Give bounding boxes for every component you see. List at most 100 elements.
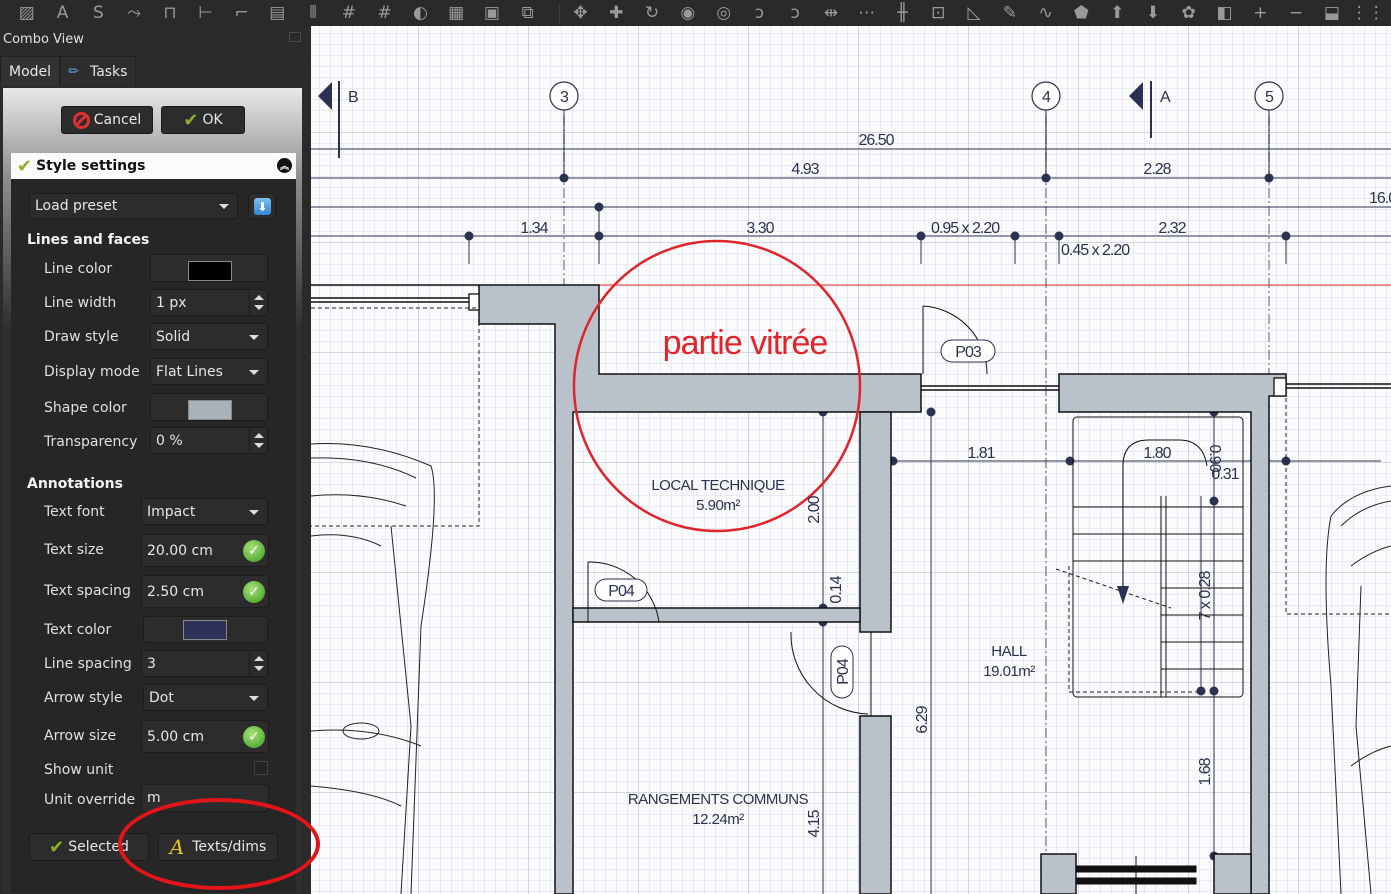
check-icon: ✔	[183, 109, 199, 131]
spin-arrows-icon[interactable]	[249, 428, 267, 453]
grid-icon[interactable]: #	[336, 2, 362, 24]
shape2dview-icon[interactable]: ⬟	[1069, 2, 1095, 24]
unit-override-label: Unit override	[44, 792, 136, 808]
layer-icon[interactable]: ⬓	[1319, 2, 1345, 24]
line-color-button[interactable]	[150, 254, 268, 282]
spin-arrows-icon[interactable]	[249, 651, 267, 676]
draw-style-dropdown[interactable]: Solid	[150, 323, 268, 350]
display-mode-dropdown[interactable]: Flat Lines	[150, 358, 268, 385]
display-mode-label: Display mode	[44, 364, 140, 380]
dim-overall: 26.50	[858, 132, 894, 149]
shapestring-icon[interactable]: S	[85, 2, 111, 24]
dim-door2: 0.45 x 2.20	[1061, 242, 1130, 259]
room-name: RANGEMENTS COMMUNS	[628, 791, 809, 808]
move-icon[interactable]: ✥	[568, 2, 594, 24]
add-point-icon[interactable]: ✚	[603, 2, 629, 24]
trimex-icon[interactable]: ◉	[675, 2, 701, 24]
axis-icon[interactable]: ⫴	[300, 2, 326, 24]
dim-door1: 0.95 x 2.20	[931, 220, 1000, 237]
check-icon: ✔	[49, 836, 65, 858]
grid2-icon[interactable]: #	[372, 2, 398, 24]
dim-168: 1.68	[1197, 757, 1214, 785]
compass-icon[interactable]: ◐	[407, 2, 433, 24]
stretch-icon[interactable]: ↄ	[747, 2, 773, 24]
line-color-label: Line color	[44, 261, 113, 277]
apply-texts-dims-button[interactable]: A Texts/dims	[158, 833, 278, 861]
apply-selected-label: Selected	[68, 839, 129, 855]
load-preset-dropdown[interactable]: Load preset	[29, 193, 238, 219]
text-color-button[interactable]	[143, 616, 268, 643]
text-size-input[interactable]: 20.00 cm ✓	[141, 534, 269, 567]
draft2sketch-icon[interactable]: ✎	[997, 2, 1023, 24]
arrow-style-label: Arrow style	[44, 690, 123, 706]
panel-scrollbar[interactable]	[302, 88, 310, 894]
dim-629: 6.29	[914, 705, 931, 733]
arrow-style-dropdown[interactable]: Dot	[143, 684, 268, 711]
clone-icon[interactable]: ◺	[961, 2, 987, 24]
spin-arrows-icon[interactable]	[249, 290, 267, 315]
save-preset-button[interactable]: ⬇	[248, 193, 276, 219]
transparency-spinbox[interactable]: 0 %	[150, 427, 268, 454]
check-icon: ✔	[17, 155, 33, 177]
line-spacing-spinbox[interactable]: 3	[141, 650, 268, 677]
join-icon[interactable]: ⇹	[818, 2, 844, 24]
offset-icon[interactable]: ◎	[711, 2, 737, 24]
3d-view-canvas[interactable]: 3 4 5 B A partie vitrée 26.50 4.93 2.28 …	[311, 26, 1391, 894]
axis-bubble-5: 5	[1254, 81, 1284, 111]
undock-icon[interactable]	[289, 32, 301, 42]
text-font-dropdown[interactable]: Impact	[141, 498, 268, 525]
section-icon[interactable]: ⧉	[515, 2, 541, 24]
wall-bottom-right	[1213, 853, 1252, 894]
text-size-value: 20.00 cm	[147, 542, 213, 559]
load-preset-label: Load preset	[35, 198, 118, 214]
down-icon[interactable]: ⬇	[1140, 2, 1166, 24]
rotate-icon[interactable]: ↻	[639, 2, 665, 24]
image-icon[interactable]: ▨	[14, 2, 40, 24]
add-icon[interactable]: +	[1247, 2, 1273, 24]
door-tag-label: P03	[955, 344, 982, 361]
shape-color-button[interactable]	[150, 393, 268, 421]
collapse-icon[interactable]: ︽	[277, 158, 292, 173]
annotations-heading: Annotations	[27, 476, 123, 492]
text-spacing-input[interactable]: 2.50 cm ✓	[141, 575, 269, 608]
section-header[interactable]: ✔ Style settings ︽	[11, 153, 296, 179]
leader-icon[interactable]: ⌐	[229, 2, 255, 24]
draw-style-label: Draw style	[44, 329, 119, 345]
arrow-size-label: Arrow size	[44, 728, 117, 744]
array-icon[interactable]: ✿	[1176, 2, 1202, 24]
label-icon[interactable]: ▤	[264, 2, 290, 24]
room-area: 19.01m²	[983, 663, 1035, 680]
tab-tasks[interactable]: ✎ Tasks	[60, 56, 137, 86]
split-icon[interactable]: ↄ	[782, 2, 808, 24]
unit-override-input[interactable]: m	[141, 784, 269, 812]
remove-icon[interactable]: −	[1283, 2, 1309, 24]
mirror-icon[interactable]: ⋯	[854, 2, 880, 24]
wire2spline-icon[interactable]: ∿	[1033, 2, 1059, 24]
dim-330: 3.30	[746, 220, 774, 237]
show-unit-checkbox[interactable]	[254, 761, 268, 775]
wire-icon[interactable]: ⤳	[121, 2, 147, 24]
cancel-button[interactable]: Cancel	[61, 106, 153, 134]
arrow-size-value: 5.00 cm	[147, 728, 204, 745]
scale-icon[interactable]: ⊡	[925, 2, 951, 24]
schedule-icon[interactable]: ▦	[443, 2, 469, 24]
ok-button[interactable]: ✔ OK	[161, 106, 245, 134]
more-icon[interactable]: ⋮⋮	[1351, 2, 1385, 24]
apply-style-icon[interactable]: ◧	[1212, 2, 1238, 24]
tab-model[interactable]: Model	[0, 56, 61, 86]
arrow-size-input[interactable]: 5.00 cm ✓	[141, 720, 269, 753]
freecad-window: ▨ A S ⤳ ⊓ ⊢ ⌐ ▤ ⫴ # # ◐ ▦ ▣ ⧉ ✥ ✚ ↻ ◉ ◎ ↄ ↄ ⇹ ⋯ ╫ ⊡ ◺ ✎ ∿ ⬟ ⬆ ⬇ ✿ ◧ + − ⬓ ⋮⋮ …	[0, 0, 1391, 894]
up-icon[interactable]: ⬆	[1104, 2, 1130, 24]
wall-storage	[572, 607, 861, 623]
text-icon[interactable]: A	[50, 2, 76, 24]
dimension-icon[interactable]: ⊓	[157, 2, 183, 24]
axis-bubble-3: 3	[549, 81, 579, 111]
combo-view-title: Combo View	[3, 32, 84, 47]
line-width-spinbox[interactable]: 1 px	[150, 289, 268, 316]
tab-model-label: Model	[9, 63, 52, 80]
dim-200: 2.00	[806, 495, 823, 523]
ordinate-icon[interactable]: ⊢	[193, 2, 219, 24]
upgrade-icon[interactable]: ╫	[890, 2, 916, 24]
apply-selected-button[interactable]: ✔ Selected	[29, 833, 149, 861]
cutplane-icon[interactable]: ▣	[479, 2, 505, 24]
